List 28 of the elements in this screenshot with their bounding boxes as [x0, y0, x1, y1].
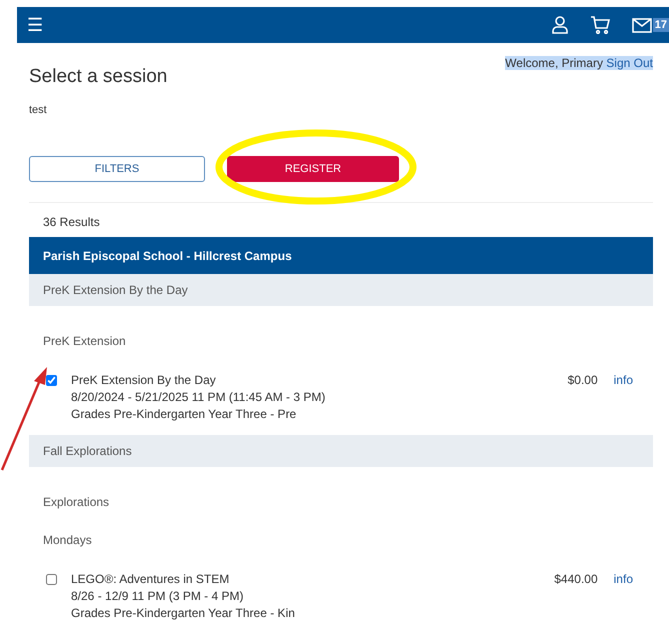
user-icon[interactable] — [552, 16, 568, 34]
sign-out-link[interactable]: Sign Out — [606, 56, 653, 70]
message-count-badge: 17 — [652, 18, 669, 32]
program-header: Fall Explorations — [29, 435, 653, 467]
subtitle: test — [29, 104, 48, 116]
session-title: LEGO®: Adventures in STEM — [71, 571, 230, 588]
info-link[interactable]: info — [614, 372, 633, 423]
session-checkbox[interactable] — [46, 375, 57, 386]
program-header: PreK Extension By the Day — [29, 274, 653, 306]
page-title: Select a session — [29, 66, 168, 88]
mail-icon[interactable] — [632, 18, 652, 32]
session-price: $0.00 — [568, 372, 598, 389]
filters-button[interactable]: FILTERS — [29, 156, 205, 182]
session-dates: 8/20/2024 - 5/21/2025 11 PM (11:45 AM - 3 PM) — [71, 389, 326, 406]
welcome-text: Welcome, Primary Sign Out — [505, 56, 653, 70]
session-title: PreK Extension By the Day — [71, 372, 217, 389]
cart-icon[interactable] — [590, 16, 610, 34]
session-checkbox[interactable] — [46, 574, 57, 585]
session-dates: 8/26 - 12/9 11 PM (3 PM - 4 PM) — [71, 588, 245, 605]
location-header: Parish Episcopal School - Hillcrest Campus — [29, 237, 653, 274]
session-price: $440.00 — [554, 571, 598, 588]
results-count: 36 Results — [42, 214, 101, 231]
session-grades: Grades Pre-Kindergarten Year Three - Kin — [71, 605, 296, 622]
menu-icon[interactable]: ☰ — [27, 14, 43, 36]
session-grades: Grades Pre-Kindergarten Year Three - Pre — [71, 406, 298, 423]
category-label: PreK Extension — [42, 333, 127, 344]
info-link[interactable]: info — [614, 571, 633, 622]
register-button[interactable]: REGISTER — [227, 156, 399, 182]
